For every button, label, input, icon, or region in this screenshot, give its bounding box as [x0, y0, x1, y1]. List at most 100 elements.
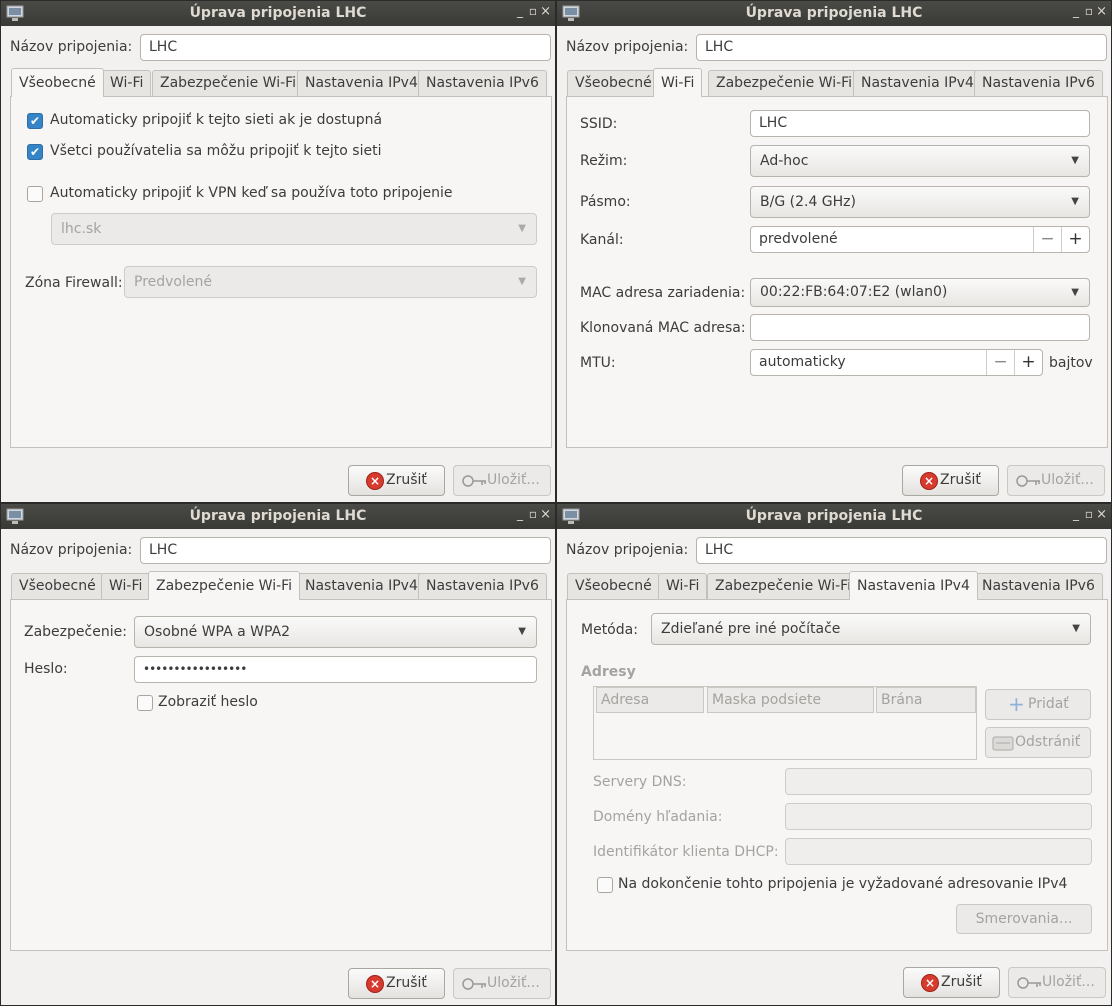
key-icon: [462, 978, 486, 990]
firewall-zone-select[interactable]: Predvolené ▼: [124, 266, 537, 298]
tab-ipv6[interactable]: Nastavenia IPv6: [974, 70, 1103, 96]
mtu-spinner[interactable]: automaticky − +: [750, 349, 1043, 376]
plus-icon: +: [1008, 692, 1025, 716]
connection-name-input[interactable]: LHC: [696, 537, 1107, 564]
require-ipv4-checkbox[interactable]: [597, 877, 613, 893]
tab-bar: Všeobecné Wi-Fi Zabezpečenie Wi-Fi Nasta…: [10, 571, 552, 600]
tab-ipv4[interactable]: Nastavenia IPv4: [297, 573, 426, 599]
cancel-button[interactable]: × Zrušiť: [348, 465, 445, 496]
tab-ipv4[interactable]: Nastavenia IPv4: [297, 70, 426, 96]
vpn-select[interactable]: lhc.sk ▼: [51, 213, 537, 245]
connection-name-input[interactable]: LHC: [140, 537, 551, 564]
tab-ipv6[interactable]: Nastavenia IPv6: [418, 573, 547, 599]
tab-general[interactable]: Všeobecné: [11, 573, 104, 599]
auto-vpn-checkbox[interactable]: [27, 186, 43, 202]
minimize-icon[interactable]: _: [517, 4, 523, 18]
ssid-label: SSID:: [580, 116, 618, 132]
tab-wifi-security[interactable]: Zabezpečenie Wi-Fi: [708, 70, 861, 96]
tab-wifi-security[interactable]: Zabezpečenie Wi-Fi: [148, 571, 301, 600]
titlebar[interactable]: Úprava pripojenia LHC _ ▫ ×: [1, 504, 555, 529]
window-ipv4: Úprava pripojenia LHC _ ▫ × Názov pripoj…: [556, 503, 1112, 1006]
search-domains-input[interactable]: [785, 803, 1092, 830]
firewall-zone-label: Zóna Firewall:: [25, 275, 123, 291]
window-wifi: Úprava pripojenia LHC _ ▫ × Názov pripoj…: [556, 0, 1112, 503]
column-header-address[interactable]: Adresa: [596, 687, 704, 713]
minimize-icon[interactable]: _: [1073, 4, 1079, 18]
general-panel: ✔ Automaticky pripojiť k tejto sieti ak …: [10, 96, 552, 448]
tab-general[interactable]: Všeobecné: [567, 70, 660, 96]
dns-servers-input[interactable]: [785, 768, 1092, 795]
minimize-icon[interactable]: _: [517, 507, 523, 521]
titlebar[interactable]: Úprava pripojenia LHC _ ▫ ×: [557, 1, 1111, 26]
tab-wifi[interactable]: Wi-Fi: [102, 70, 152, 96]
increment-icon[interactable]: +: [1014, 350, 1042, 375]
connection-name-input[interactable]: LHC: [140, 34, 551, 61]
addresses-table[interactable]: Adresa Maska podsiete Brána: [593, 686, 977, 760]
cancel-icon: ×: [920, 472, 938, 490]
decrement-icon[interactable]: −: [1033, 227, 1061, 252]
save-label: Uložiť...: [487, 472, 540, 488]
remove-button[interactable]: Odstrániť: [985, 727, 1091, 758]
chevron-down-icon: ▼: [1071, 196, 1079, 207]
minimize-icon[interactable]: _: [1073, 507, 1079, 521]
column-header-netmask[interactable]: Maska podsiete: [707, 687, 874, 713]
close-icon[interactable]: ×: [540, 507, 551, 522]
security-value: Osobné WPA a WPA2: [144, 624, 291, 640]
save-button[interactable]: Uložiť...: [453, 968, 551, 999]
cancel-icon: ×: [366, 472, 384, 490]
band-select[interactable]: B/G (2.4 GHz) ▼: [750, 186, 1090, 218]
routes-button[interactable]: Smerovania...: [956, 904, 1092, 934]
add-button[interactable]: + Pridať: [985, 689, 1091, 720]
maximize-icon[interactable]: ▫: [1085, 507, 1093, 521]
all-users-checkbox[interactable]: ✔: [27, 144, 43, 160]
tab-wifi-security[interactable]: Zabezpečenie Wi-Fi: [707, 573, 860, 599]
auto-connect-checkbox[interactable]: ✔: [27, 113, 43, 129]
tab-wifi[interactable]: Wi-Fi: [101, 573, 151, 599]
device-mac-select[interactable]: 00:22:FB:64:07:E2 (wlan0) ▼: [750, 278, 1090, 307]
cancel-button[interactable]: × Zrušiť: [903, 967, 1000, 998]
maximize-icon[interactable]: ▫: [529, 507, 537, 521]
method-select[interactable]: Zdieľané pre iné počítače ▼: [651, 613, 1091, 645]
maximize-icon[interactable]: ▫: [1085, 4, 1093, 18]
show-password-checkbox[interactable]: [137, 695, 153, 711]
cancel-button[interactable]: × Zrušiť: [902, 465, 999, 496]
tab-ipv4[interactable]: Nastavenia IPv4: [849, 571, 978, 600]
cancel-button[interactable]: × Zrušiť: [348, 968, 445, 999]
tab-ipv6[interactable]: Nastavenia IPv6: [974, 573, 1103, 599]
tab-general[interactable]: Všeobecné: [567, 573, 660, 599]
close-icon[interactable]: ×: [540, 4, 551, 19]
maximize-icon[interactable]: ▫: [529, 4, 537, 18]
tab-wifi-security[interactable]: Zabezpečenie Wi-Fi: [152, 70, 305, 96]
save-button[interactable]: Uložiť...: [1008, 967, 1106, 998]
cancel-label: Zrušiť: [386, 975, 427, 991]
dhcp-client-id-input[interactable]: [785, 838, 1092, 865]
close-icon[interactable]: ×: [1096, 4, 1107, 19]
tab-ipv6[interactable]: Nastavenia IPv6: [418, 70, 547, 96]
close-icon[interactable]: ×: [1096, 507, 1107, 522]
password-input[interactable]: •••••••••••••••••: [134, 656, 537, 683]
save-label: Uložiť...: [487, 975, 540, 991]
save-button[interactable]: Uložiť...: [453, 465, 551, 496]
increment-icon[interactable]: +: [1061, 227, 1089, 252]
tab-ipv4[interactable]: Nastavenia IPv4: [853, 70, 982, 96]
auto-vpn-label: Automaticky pripojiť k VPN keď sa použív…: [50, 185, 453, 201]
column-header-gateway[interactable]: Brána: [876, 687, 976, 713]
save-label: Uložiť...: [1041, 472, 1094, 488]
security-select[interactable]: Osobné WPA a WPA2 ▼: [134, 616, 537, 648]
tab-wifi[interactable]: Wi-Fi: [658, 573, 708, 599]
chevron-down-icon: ▼: [518, 276, 526, 287]
decrement-icon[interactable]: −: [986, 350, 1014, 375]
ssid-input[interactable]: LHC: [750, 110, 1090, 137]
titlebar[interactable]: Úprava pripojenia LHC _ ▫ ×: [557, 504, 1111, 529]
channel-spinner[interactable]: predvolené − +: [750, 226, 1090, 253]
tab-general[interactable]: Všeobecné: [11, 68, 104, 97]
save-label: Uložiť...: [1042, 974, 1095, 990]
save-button[interactable]: Uložiť...: [1007, 465, 1105, 496]
mode-select[interactable]: Ad-hoc ▼: [750, 145, 1090, 177]
titlebar[interactable]: Úprava pripojenia LHC _ ▫ ×: [1, 1, 555, 26]
tab-wifi[interactable]: Wi-Fi: [653, 68, 703, 97]
chevron-down-icon: ▼: [1071, 155, 1079, 166]
cloned-mac-input[interactable]: [750, 314, 1090, 341]
mode-label: Režim:: [580, 153, 628, 169]
connection-name-input[interactable]: LHC: [696, 34, 1107, 61]
